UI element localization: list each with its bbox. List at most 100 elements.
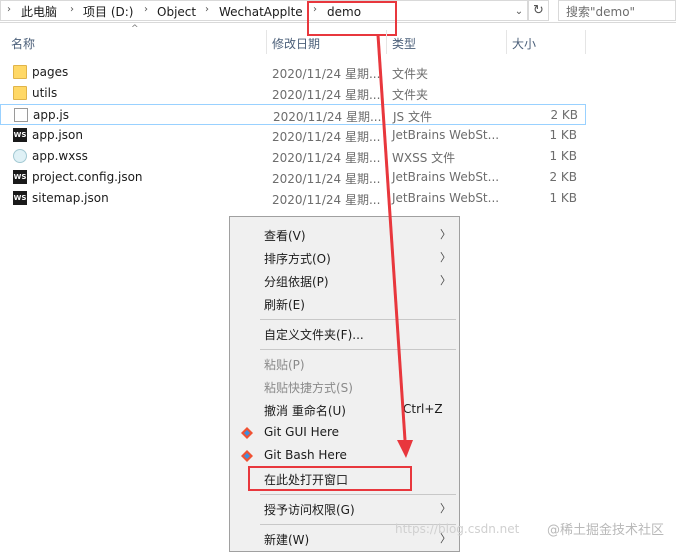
file-type: 文件夹 [392, 88, 429, 102]
git-icon [241, 427, 253, 439]
menu-item-paste[interactable]: 粘贴(P) [230, 352, 459, 375]
file-type: JetBrains WebSt... [392, 128, 500, 142]
menu-item-label: 自定义文件夹(F)... [264, 328, 364, 342]
webstorm-icon: WS [13, 170, 27, 184]
chevron-right-icon[interactable]: › [205, 4, 209, 15]
file-date: 2020/11/24 星期... [272, 172, 381, 186]
file-type: JS 文件 [393, 110, 432, 124]
menu-item-label: 撤消 重命名(U) [264, 404, 346, 418]
crumb-object[interactable]: Object [157, 4, 196, 20]
menu-item-git-bash[interactable]: Git Bash Here [230, 444, 459, 467]
menu-item-label: 排序方式(O) [264, 252, 331, 266]
menu-item-undo-rename[interactable]: 撤消 重命名(U) Ctrl+Z [230, 398, 459, 421]
file-name: app.wxss [32, 149, 88, 163]
js-file-icon [14, 108, 28, 122]
annotation-highlight-menu-item [248, 466, 412, 491]
webstorm-icon: WS [13, 128, 27, 142]
menu-item-label: Git Bash Here [264, 448, 347, 462]
column-divider[interactable] [386, 30, 387, 54]
menu-item-label: Git GUI Here [264, 425, 340, 439]
column-header: 名称 修改日期 类型 大小 [0, 30, 586, 55]
menu-separator [260, 494, 456, 495]
menu-item-refresh[interactable]: 刷新(E) [230, 292, 459, 315]
watermark: @稀土掘金技术社区 [546, 523, 664, 538]
chevron-right-icon: › [7, 4, 11, 15]
search-input[interactable]: 搜索"demo" [558, 0, 676, 21]
folder-icon [13, 86, 27, 100]
chevron-right-icon[interactable]: › [144, 4, 148, 15]
column-name[interactable]: 名称 [11, 35, 35, 52]
watermark-url: https://blog.csdn.net [395, 522, 520, 536]
column-divider[interactable] [506, 30, 507, 54]
menu-item-view[interactable]: 查看(V) 〉 [230, 223, 459, 246]
file-name: project.config.json [32, 170, 143, 184]
crumb-wechatapplte[interactable]: WechatApplte [219, 4, 303, 20]
file-size: 2 KB [550, 108, 578, 122]
menu-item-label: 查看(V) [264, 229, 306, 243]
file-type: JetBrains WebSt... [392, 170, 500, 184]
crumb-this-pc[interactable]: 此电脑 [21, 4, 57, 20]
menu-item-git-gui[interactable]: Git GUI Here [230, 421, 459, 444]
file-size: 1 KB [549, 149, 577, 163]
menu-item-group[interactable]: 分组依据(P) 〉 [230, 269, 459, 292]
column-type[interactable]: 类型 [392, 35, 416, 52]
file-type: 文件夹 [392, 67, 429, 81]
file-date: 2020/11/24 星期... [272, 151, 381, 165]
menu-item-label: 粘贴(P) [264, 358, 305, 372]
list-item[interactable]: WS project.config.json 2020/11/24 星期... … [0, 167, 586, 188]
file-type: JetBrains WebSt... [392, 191, 500, 205]
file-size: 1 KB [549, 191, 577, 205]
menu-item-shortcut: Ctrl+Z [403, 402, 443, 416]
wxss-file-icon [13, 149, 27, 163]
file-name: utils [32, 86, 58, 100]
menu-item-label: 新建(W) [264, 533, 310, 547]
menu-item-grant-access[interactable]: 授予访问权限(G) 〉 [230, 497, 459, 520]
column-date[interactable]: 修改日期 [272, 35, 320, 52]
file-name: sitemap.json [32, 191, 109, 205]
menu-separator [260, 349, 456, 350]
context-menu: 查看(V) 〉 排序方式(O) 〉 分组依据(P) 〉 刷新(E) 自定义文件夹… [229, 216, 460, 552]
list-item[interactable]: pages 2020/11/24 星期... 文件夹 [0, 62, 586, 83]
column-divider[interactable] [585, 30, 586, 54]
file-name: app.json [32, 128, 83, 142]
chevron-right-icon[interactable]: › [70, 4, 74, 15]
file-name: app.js [33, 108, 69, 122]
search-placeholder: 搜索"demo" [566, 5, 636, 19]
list-item[interactable]: app.js 2020/11/24 星期... JS 文件 2 KB [0, 104, 586, 125]
file-size: 1 KB [549, 128, 577, 142]
menu-item-customize-folder[interactable]: 自定义文件夹(F)... [230, 322, 459, 345]
list-item[interactable]: utils 2020/11/24 星期... 文件夹 [0, 83, 586, 104]
refresh-button[interactable]: ↻ [528, 0, 549, 21]
chevron-right-icon: 〉 [440, 274, 451, 287]
menu-item-label: 刷新(E) [264, 298, 305, 312]
crumb-drive-d[interactable]: 项目 (D:) [83, 4, 133, 20]
menu-item-label: 授予访问权限(G) [264, 503, 355, 517]
git-icon [241, 450, 253, 462]
menu-item-paste-shortcut[interactable]: 粘贴快捷方式(S) [230, 375, 459, 398]
list-item[interactable]: app.wxss 2020/11/24 星期... WXSS 文件 1 KB [0, 146, 586, 167]
list-item[interactable]: WS app.json 2020/11/24 星期... JetBrains W… [0, 125, 586, 146]
webstorm-icon: WS [13, 191, 27, 205]
breadcrumb[interactable]: › 此电脑 › 项目 (D:) › Object › WechatApplte … [0, 0, 528, 21]
file-name: pages [32, 65, 69, 79]
folder-icon [13, 65, 27, 79]
refresh-icon: ↻ [533, 3, 544, 18]
menu-separator [260, 319, 456, 320]
menu-item-label: 粘贴快捷方式(S) [264, 381, 353, 395]
file-date: 2020/11/24 星期... [272, 67, 381, 81]
file-type: WXSS 文件 [392, 151, 456, 165]
list-item[interactable]: WS sitemap.json 2020/11/24 星期... JetBrai… [0, 188, 586, 209]
sort-ascending-icon: ^ [131, 24, 139, 34]
column-size[interactable]: 大小 [512, 35, 536, 52]
chevron-down-icon[interactable]: ⌄ [511, 3, 527, 20]
file-date: 2020/11/24 星期... [272, 88, 381, 102]
chevron-right-icon: 〉 [440, 228, 451, 241]
chevron-right-icon: 〉 [440, 251, 451, 264]
menu-item-sort[interactable]: 排序方式(O) 〉 [230, 246, 459, 269]
file-date: 2020/11/24 星期... [272, 193, 381, 207]
menu-item-label: 分组依据(P) [264, 275, 329, 289]
file-date: 2020/11/24 星期... [273, 110, 382, 124]
file-date: 2020/11/24 星期... [272, 130, 381, 144]
column-divider[interactable] [266, 30, 267, 54]
file-size: 2 KB [549, 170, 577, 184]
